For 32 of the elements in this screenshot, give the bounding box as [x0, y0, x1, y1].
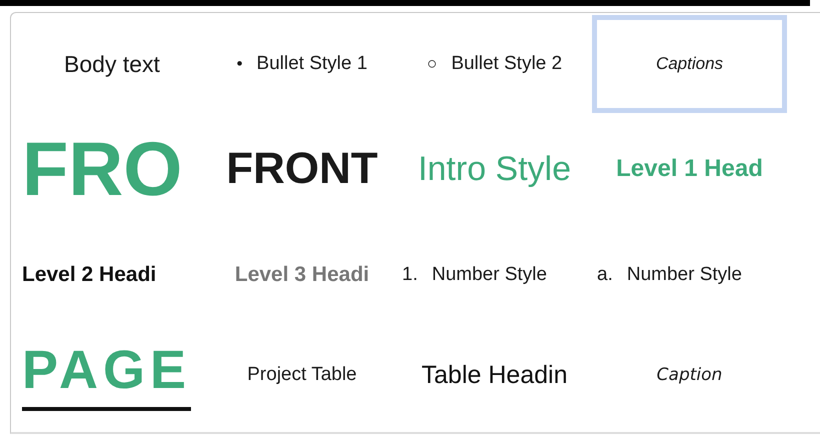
style-item[interactable]: Table Headin	[397, 325, 592, 425]
style-name: Bullet Style 1	[256, 53, 368, 75]
style-name: Project Table	[247, 364, 357, 386]
style-name: PAGE	[22, 339, 192, 401]
style-name: Level 2 Headi	[22, 263, 156, 287]
list-marker: ○	[426, 54, 438, 74]
style-item[interactable]: • Bullet Style 1	[207, 15, 397, 113]
style-name: Level 1 Head	[616, 155, 763, 183]
style-name: Bullet Style 2	[451, 53, 562, 75]
style-item[interactable]: Project Table	[207, 325, 397, 425]
style-item[interactable]: 1. Number Style	[397, 225, 592, 325]
style-item[interactable]: Level 3 Headi	[207, 225, 397, 325]
list-marker: 1.	[402, 264, 418, 286]
style-item[interactable]: FRONT	[207, 113, 397, 225]
style-name: FRO	[22, 126, 182, 212]
list-marker: •	[236, 54, 243, 74]
style-name: Captions	[656, 54, 724, 74]
style-name: Caption	[656, 365, 722, 385]
style-name: Body text	[64, 50, 160, 78]
style-item[interactable]: Captions	[592, 15, 787, 113]
style-name: Number Style	[626, 264, 742, 286]
style-name: Table Headin	[422, 360, 568, 390]
style-item[interactable]: a. Number Style	[592, 225, 787, 325]
style-item[interactable]: Caption	[592, 325, 787, 425]
style-name: FRONT	[226, 144, 378, 194]
style-name: Intro Style	[418, 150, 572, 188]
style-name: Number Style	[432, 264, 547, 286]
style-name: Level 3 Headi	[234, 263, 370, 287]
style-item[interactable]: ○ Bullet Style 2	[397, 15, 592, 113]
list-marker: a.	[597, 264, 613, 286]
style-item[interactable]: Level 2 Headi	[17, 225, 207, 325]
style-item[interactable]: Body text	[17, 15, 207, 113]
